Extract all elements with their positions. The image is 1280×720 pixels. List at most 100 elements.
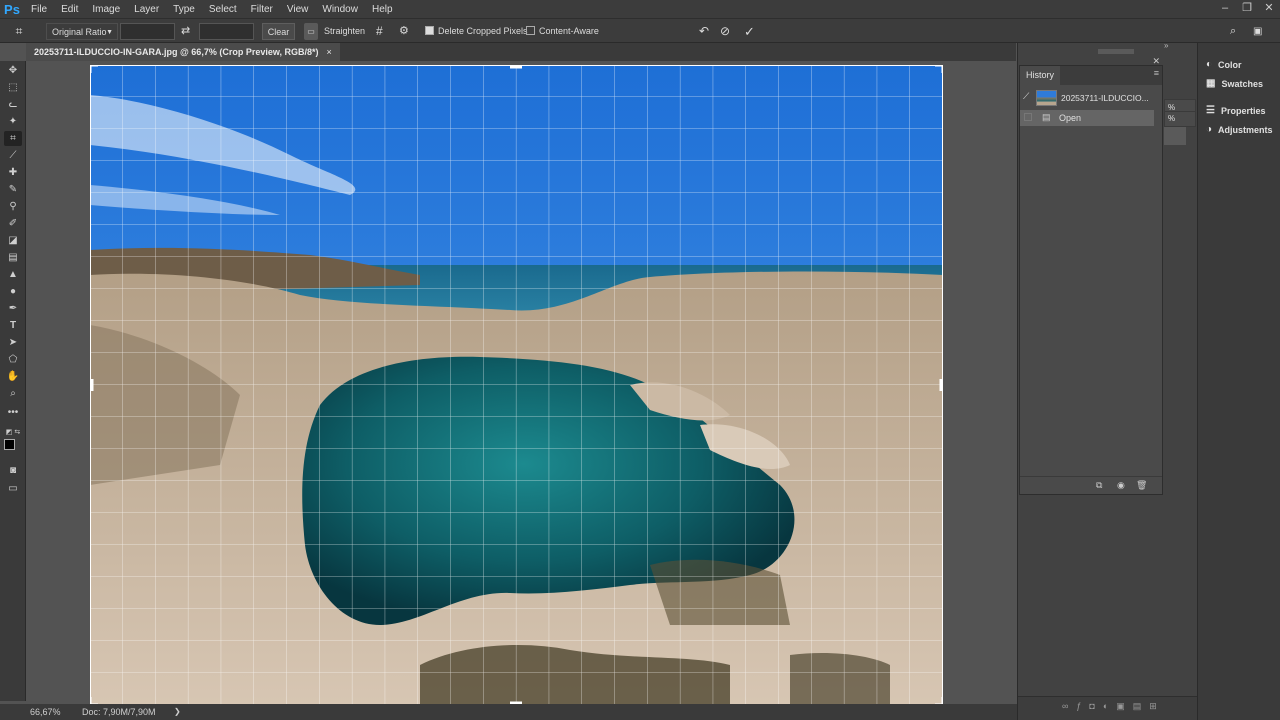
cancel-icon[interactable]: ⊘ (720, 23, 730, 40)
path-selection-tool-icon[interactable]: ➤ (4, 335, 22, 350)
search-icon[interactable]: ⌕ (1230, 23, 1236, 40)
ratio-value: Original Ratio (52, 27, 107, 37)
menu-filter[interactable]: Filter (244, 4, 280, 15)
checkbox-unchecked-icon (526, 26, 535, 36)
history-tab[interactable]: History (1020, 66, 1061, 85)
restore-icon[interactable]: ❐ (1236, 0, 1258, 18)
adjustments-label: Adjustments (1218, 124, 1273, 135)
crop-tool-preset-icon[interactable]: ⌗ (10, 23, 28, 40)
height-input[interactable] (199, 23, 254, 40)
zoom-tool-icon[interactable]: ⌕ (4, 386, 22, 401)
checkbox-checked-icon (425, 26, 434, 36)
width-input[interactable] (120, 23, 175, 40)
dock-grip[interactable] (1098, 49, 1134, 54)
swatches-grid-icon: ▦ (1206, 78, 1216, 89)
minimize-icon[interactable]: – (1214, 0, 1236, 18)
history-panel: History ≡ ✕ ⟋ 20253711-ILDUCCIO... ▤ Ope… (1019, 56, 1163, 495)
photo-illustration (90, 65, 943, 705)
clear-button[interactable]: Clear (262, 23, 295, 40)
menu-file[interactable]: File (24, 4, 54, 15)
hidden-panel-thumb (1164, 127, 1186, 145)
snapshot-label: 20253711-ILDUCCIO... (1061, 93, 1149, 103)
type-tool-icon[interactable]: T (4, 318, 22, 333)
default-colors-icon[interactable]: ◩ ⇆ (4, 425, 22, 440)
panel-dock-right: ◐ Color ▦ Swatches ☰ Properties ◑ Adjustment… (1197, 43, 1280, 720)
layers-footer-icons[interactable]: ∞ƒ◘◐▣▤⊞ (1062, 701, 1165, 712)
close-window-icon[interactable]: ✕ (1258, 0, 1280, 18)
crop-preview-image[interactable] (90, 65, 943, 705)
history-step[interactable]: ▤ Open (1020, 110, 1154, 126)
document-tab-bar: 20253711-ILDUCCIO-IN-GARA.jpg @ 66,7% (C… (26, 43, 1016, 61)
eyedropper-tool-icon[interactable]: ⟋ (4, 148, 22, 163)
straighten-label[interactable]: Straighten (324, 23, 365, 40)
screen-mode-icon[interactable]: ▭ (4, 481, 22, 496)
magic-wand-tool-icon[interactable]: ✦ (4, 114, 22, 129)
layers-footer: ∞ƒ◘◐▣▤⊞ (1018, 696, 1198, 720)
delete-cropped-label: Delete Cropped Pixels (438, 26, 528, 36)
history-footer: ⧉ ◉ 🗑 (1020, 476, 1162, 494)
menu-type[interactable]: Type (166, 4, 202, 15)
clone-stamp-tool-icon[interactable]: ⚲ (4, 199, 22, 214)
close-tab-icon[interactable]: × (327, 43, 332, 61)
menu-select[interactable]: Select (202, 4, 244, 15)
ps-logo: Ps (4, 1, 20, 17)
menu-edit[interactable]: Edit (54, 4, 85, 15)
panel-menu-icon[interactable]: ≡ (1154, 68, 1159, 78)
content-aware-label: Content-Aware (539, 26, 599, 36)
hand-tool-icon[interactable]: ✋ (4, 369, 22, 384)
menu-layer[interactable]: Layer (127, 4, 166, 15)
reset-icon[interactable]: ↶ (699, 23, 709, 40)
crop-tool-icon[interactable]: ⌗ (4, 131, 22, 146)
swatches-panel-button[interactable]: ▦ Swatches (1206, 78, 1263, 89)
shape-tool-icon[interactable]: ⬠ (4, 352, 22, 367)
foreground-color-swatch[interactable] (4, 439, 15, 450)
workspace-icon[interactable]: ▣ (1253, 23, 1262, 40)
new-document-from-state-icon[interactable]: ⧉ (1096, 480, 1102, 491)
menu-bar: Ps File Edit Image Layer Type Select Fil… (0, 0, 1280, 18)
trash-icon[interactable]: 🗑 (1136, 480, 1147, 491)
history-brush-source-icon[interactable]: ⟋ (1023, 91, 1029, 102)
move-tool-icon[interactable]: ✥ (4, 63, 22, 78)
document-tab[interactable]: 20253711-ILDUCCIO-IN-GARA.jpg @ 66,7% (C… (26, 43, 340, 61)
zoom-level[interactable]: 66,67% (30, 704, 61, 720)
adjustments-panel-button[interactable]: ◑ Adjustments (1206, 124, 1273, 135)
content-aware-checkbox[interactable]: Content-Aware (526, 23, 599, 40)
brush-tool-icon[interactable]: ✎ (4, 182, 22, 197)
dodge-tool-icon[interactable]: ● (4, 284, 22, 299)
menu-window[interactable]: Window (315, 4, 365, 15)
history-snapshot[interactable]: ⟋ 20253711-ILDUCCIO... (1020, 88, 1162, 108)
marquee-tool-icon[interactable]: ⬚ (4, 80, 22, 95)
camera-icon[interactable]: ◉ (1117, 480, 1125, 491)
history-step-label: Open (1059, 113, 1082, 123)
properties-panel-button[interactable]: ☰ Properties (1206, 105, 1266, 116)
delete-cropped-checkbox[interactable]: Delete Cropped Pixels (425, 23, 528, 40)
color-panel-button[interactable]: ◐ Color (1206, 59, 1242, 70)
overlay-grid-icon[interactable]: # (376, 23, 383, 40)
eraser-tool-icon[interactable]: ◪ (4, 233, 22, 248)
collapse-panel-icon[interactable]: » (1164, 41, 1168, 50)
canvas-area[interactable] (26, 61, 1016, 705)
gradient-tool-icon[interactable]: ▤ (4, 250, 22, 265)
tools-panel: ✥ ⬚ ᓚ ✦ ⌗ ⟋ ✚ ✎ ⚲ ✐ ◪ ▤ ▲ ● ✒ T ➤ ⬠ ✋ ⌕ … (0, 61, 26, 701)
more-tools-icon[interactable]: ••• (4, 405, 22, 420)
history-brush-source-box[interactable] (1024, 113, 1032, 121)
menu-image[interactable]: Image (85, 4, 127, 15)
history-brush-tool-icon[interactable]: ✐ (4, 216, 22, 231)
pen-tool-icon[interactable]: ✒ (4, 301, 22, 316)
color-label: Color (1218, 59, 1242, 70)
ratio-dropdown[interactable]: Original Ratio ▼ (46, 23, 118, 40)
gear-icon[interactable]: ⚙ (399, 23, 409, 40)
lasso-tool-icon[interactable]: ᓚ (4, 97, 22, 112)
hidden-panel-field-2[interactable]: % (1164, 111, 1196, 127)
status-menu-arrow[interactable]: ❯ (174, 704, 181, 720)
menu-view[interactable]: View (280, 4, 316, 15)
healing-brush-tool-icon[interactable]: ✚ (4, 165, 22, 180)
swap-icon[interactable]: ⇄ (181, 23, 193, 40)
blur-tool-icon[interactable]: ▲ (4, 267, 22, 282)
menu-help[interactable]: Help (365, 4, 400, 15)
quick-mask-icon[interactable]: ◙ (4, 463, 22, 478)
close-panel-icon[interactable]: ✕ (1152, 56, 1160, 67)
properties-sliders-icon: ☰ (1206, 105, 1215, 116)
straighten-icon[interactable]: ▭ (304, 23, 318, 40)
commit-check-icon[interactable]: ✓ (744, 23, 755, 40)
